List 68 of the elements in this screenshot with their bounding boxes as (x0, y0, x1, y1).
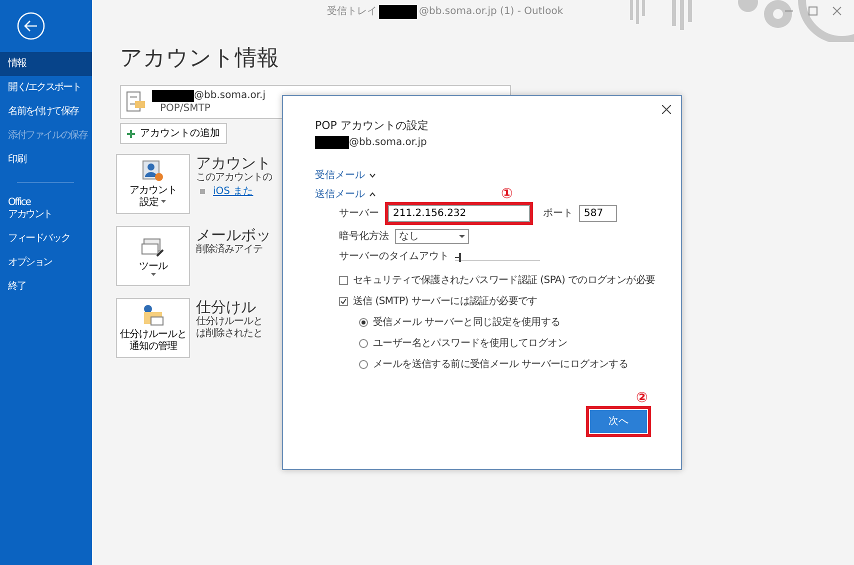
rules-icon (141, 304, 165, 326)
sidebar-item[interactable]: 情報 (0, 52, 92, 76)
checkbox[interactable] (339, 296, 348, 306)
sidebar-item[interactable]: オプション (0, 251, 92, 275)
redaction-bar (315, 136, 349, 148)
checkbox-label: 送信 (SMTP) サーバーには認証が必要です (353, 294, 538, 308)
field-label: ポート (543, 206, 573, 220)
tools-icon (141, 236, 165, 258)
dialog-title: POP アカウントの設定 (315, 118, 430, 134)
mailbox-icon (126, 91, 146, 113)
encryption-dropdown[interactable]: なし (395, 228, 469, 244)
checkbox-label: セキュリティで保護されたパスワード認証 (SPA) でのログオンが必要 (353, 274, 656, 288)
back-icon (17, 12, 45, 40)
sidebar-item[interactable]: 印刷 (0, 148, 92, 172)
server-field[interactable]: 211.2.156.232 (388, 204, 530, 222)
window-title: 受信トレイ (327, 4, 377, 19)
checkbox[interactable] (339, 276, 348, 284)
section-title: 仕分けル (196, 298, 257, 316)
timeout-slider[interactable] (455, 252, 540, 260)
redaction-bar (152, 90, 194, 102)
chevron-up-icon (369, 192, 376, 196)
add-account-button[interactable]: アカウントの追加 (120, 123, 227, 144)
annotation-number: ② (636, 389, 649, 406)
radio-label: ユーザー名とパスワードを使用してログオン (373, 336, 568, 350)
section-description: は削除されたと (196, 328, 262, 340)
redaction-bar (379, 4, 417, 18)
sidebar-item[interactable]: 終了 (0, 275, 92, 299)
annotation-number: ① (501, 184, 514, 200)
section-toggle[interactable]: 受信メール (315, 168, 376, 182)
section-title: アカウント (196, 154, 272, 172)
radio-button[interactable] (359, 338, 368, 348)
section-toggle[interactable]: 送信メール (315, 186, 376, 202)
maximize-icon[interactable] (808, 6, 818, 16)
sidebar-item[interactable]: Office アカウント (0, 191, 92, 227)
close-icon (662, 104, 671, 114)
sidebar-item[interactable]: 開く/エクスポート (0, 76, 92, 100)
account-email: @bb.soma.or.j (194, 89, 266, 102)
radio-button[interactable] (359, 360, 368, 368)
settings-icon (141, 160, 165, 182)
sidebar-item[interactable]: フィードバック (0, 227, 92, 251)
ios-link[interactable]: iOS また (213, 184, 254, 199)
radio-label: メールを送信する前に受信メール サーバーにログオンする (373, 358, 628, 372)
radio-label: 受信メール サーバーと同じ設定を使用する (373, 316, 560, 330)
chevron-down-icon (369, 172, 376, 178)
next-button[interactable]: 次へ (589, 409, 648, 434)
rules-button[interactable]: 仕分けルールと 通知の管理 (116, 298, 190, 358)
back-button[interactable] (17, 12, 45, 40)
slider-thumb[interactable] (459, 252, 462, 262)
section-title: メールボッ (196, 226, 271, 244)
section-description: このアカウントの (196, 172, 272, 184)
tools-button[interactable]: ツール (116, 226, 190, 286)
field-label: サーバー (339, 206, 379, 220)
port-field[interactable]: 587 (579, 204, 617, 222)
settings-button[interactable]: アカウント 設定 (116, 154, 190, 214)
section-description: 削除済みアイテ (196, 244, 264, 256)
section-description: 仕分けルールと (196, 316, 262, 328)
dialog-email: @bb.soma.or.jp (349, 136, 427, 150)
sidebar-item[interactable]: 名前を付けて保存 (0, 100, 92, 124)
bullet-icon (200, 189, 205, 194)
radio-button[interactable] (359, 318, 368, 326)
caret-icon (459, 234, 465, 238)
account-type: POP/SMTP (160, 102, 212, 115)
field-label: サーバーのタイムアウト (339, 250, 449, 264)
page-title: アカウント情報 (120, 45, 280, 73)
field-label: 暗号化方法 (339, 230, 389, 244)
close-icon[interactable] (832, 6, 842, 16)
window-title: @bb.soma.or.jp (1) - Outlook (419, 5, 564, 19)
plus-icon (127, 130, 135, 138)
